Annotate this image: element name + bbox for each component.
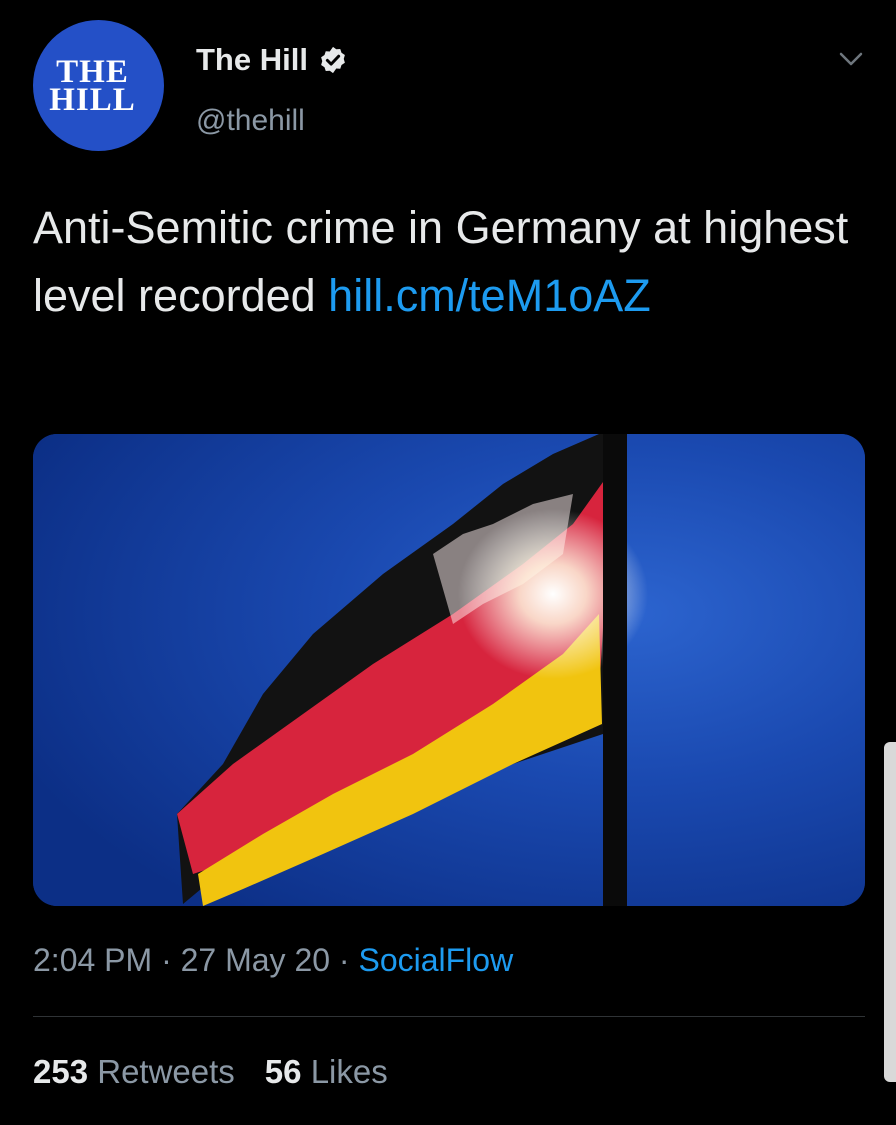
avatar[interactable]: THE HILL — [33, 20, 164, 151]
likes-label: Likes — [310, 1053, 388, 1090]
author-handle[interactable]: @thehill — [196, 104, 305, 138]
likes-stat[interactable]: 56 Likes — [265, 1053, 388, 1090]
meta-separator-1: · — [152, 942, 181, 978]
likes-count: 56 — [264, 1053, 302, 1090]
tweet-meta: 2:04 PM · 27 May 20 · SocialFlow — [33, 942, 513, 979]
display-name[interactable]: The Hill — [196, 42, 308, 78]
avatar-logo-line2: HILL — [49, 81, 136, 118]
retweets-stat[interactable]: 253 Retweets — [33, 1053, 235, 1090]
tweet-source[interactable]: SocialFlow — [358, 942, 513, 978]
meta-separator-2: · — [330, 942, 359, 978]
tweet-media-photo[interactable] — [33, 434, 865, 906]
retweets-label: Retweets — [97, 1053, 235, 1090]
verified-badge-icon — [321, 46, 345, 74]
tweet-time: 2:04 PM — [33, 942, 153, 978]
tweet: THE HILL The Hill @thehill Anti-Semitic … — [0, 0, 896, 1125]
german-flag-photo — [33, 434, 865, 906]
chevron-down-icon[interactable] — [838, 48, 864, 70]
tweet-link[interactable]: hill.cm/teM1oAZ — [328, 270, 651, 321]
author-name-row: The Hill — [196, 42, 348, 78]
scrollbar[interactable] — [884, 742, 896, 1082]
tweet-text: Anti-Semitic crime in Germany at highest… — [33, 194, 853, 330]
divider — [33, 1016, 865, 1017]
retweets-count: 253 — [33, 1053, 89, 1090]
tweet-stats: 253 Retweets 56 Likes — [33, 1053, 388, 1091]
tweet-date: 27 May 20 — [180, 942, 331, 978]
